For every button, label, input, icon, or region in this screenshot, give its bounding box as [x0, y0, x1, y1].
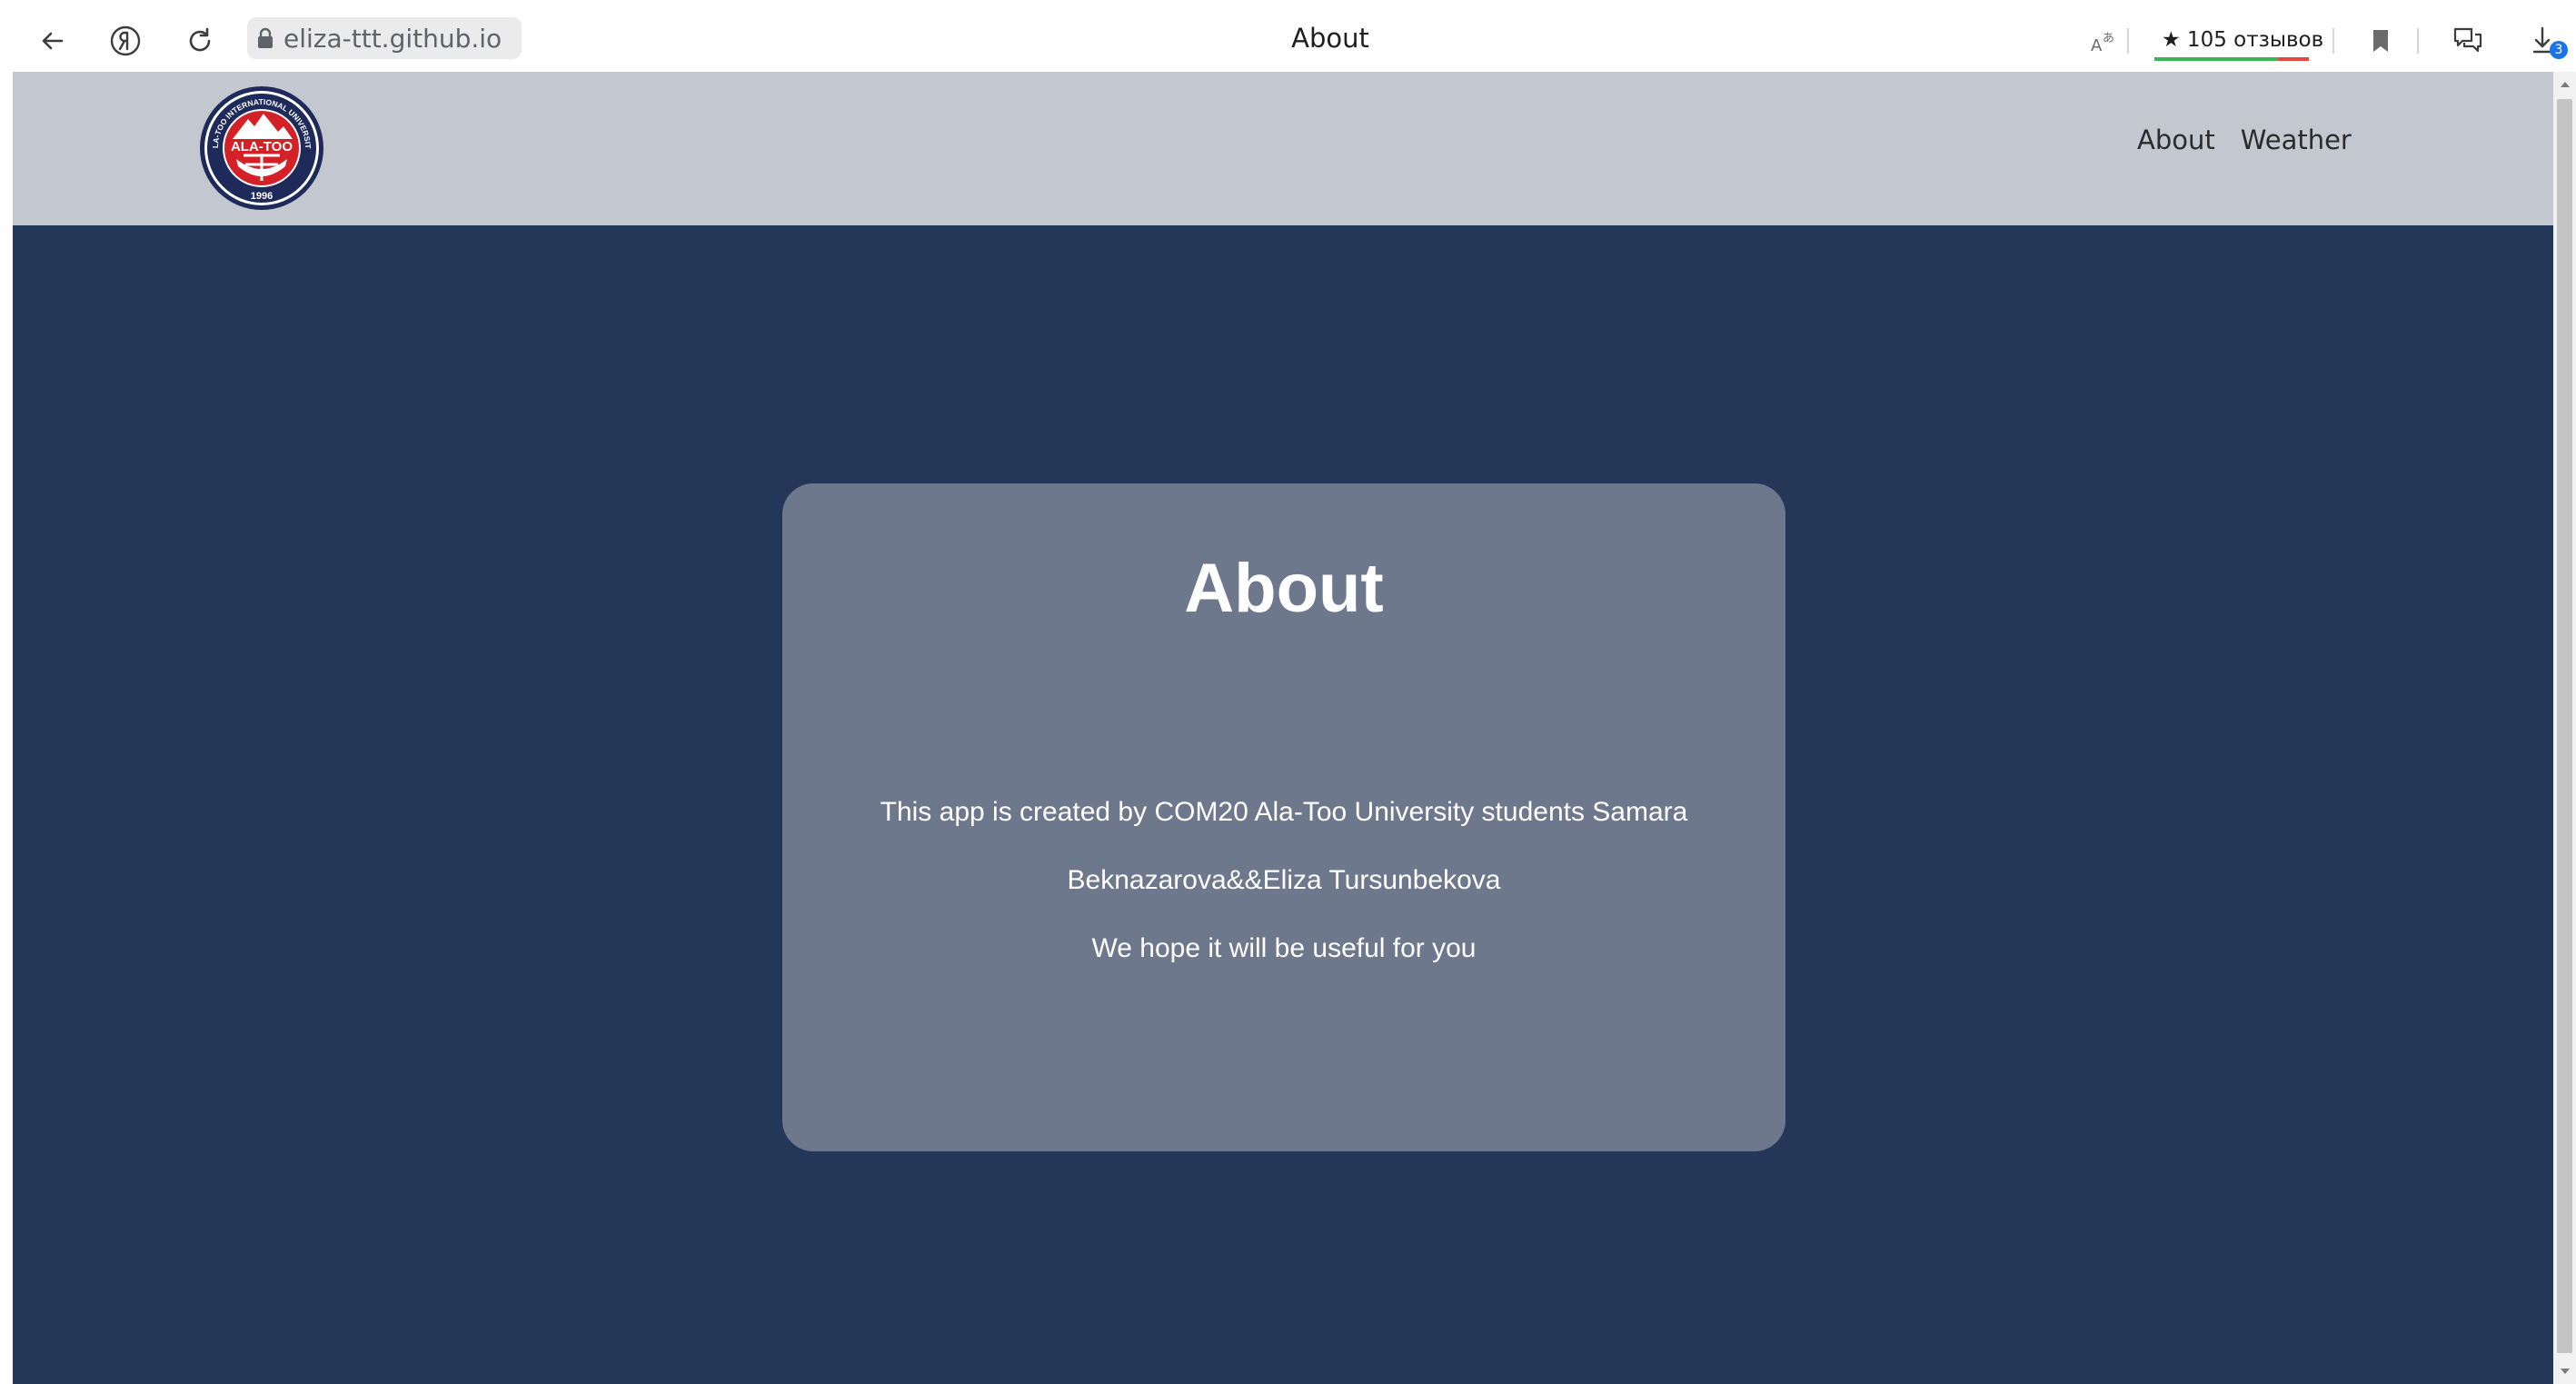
logo-center-text: ALA-TOO [231, 139, 293, 154]
translate-icon[interactable]: Aあ [2084, 21, 2124, 61]
about-card: About This app is created by COM20 Ala-T… [782, 483, 1785, 1151]
toolbar-divider [2417, 28, 2419, 54]
yandex-logo-icon[interactable] [105, 21, 145, 61]
toolbar-divider [2332, 28, 2334, 54]
about-text-line-2: Beknazarova&&Eliza Tursunbekova [1067, 865, 1501, 895]
about-title: About [1184, 550, 1384, 627]
downloads-count-badge: 3 [2550, 41, 2568, 59]
bookmark-icon[interactable] [2361, 21, 2401, 61]
url-text: eliza-ttt.github.io [283, 23, 502, 54]
download-icon[interactable]: 3 [2524, 21, 2568, 61]
university-logo-icon[interactable]: ALA-TOO 1996 ALA-TOO INTERNATIONAL UNIVE… [195, 77, 325, 212]
scroll-down-arrow-icon[interactable] [2553, 1362, 2576, 1380]
logo-year-text: 1996 [251, 191, 273, 202]
svg-text:A: A [2091, 36, 2103, 55]
reload-icon[interactable] [180, 21, 220, 61]
reviews-badge[interactable]: ★ 105 отзывов [2154, 19, 2323, 61]
site-header: ALA-TOO 1996 ALA-TOO INTERNATIONAL UNIVE… [13, 72, 2553, 225]
scrollbar-thumb[interactable] [2557, 99, 2572, 1353]
lock-icon [247, 27, 283, 49]
vertical-scrollbar[interactable] [2553, 72, 2576, 1384]
svg-text:あ: あ [2103, 32, 2114, 45]
browser-window: eliza-ttt.github.io About Aあ ★ 105 отзыв… [13, 8, 2576, 1384]
reviews-rating-bar [2154, 57, 2309, 61]
nav-link-about[interactable]: About [2137, 124, 2215, 155]
page-viewport: ALA-TOO 1996 ALA-TOO INTERNATIONAL UNIVE… [13, 72, 2553, 1384]
nav-link-weather[interactable]: Weather [2241, 124, 2352, 155]
about-text-line-1: This app is created by COM20 Ala-Too Uni… [880, 797, 1688, 827]
scroll-up-arrow-icon[interactable] [2553, 75, 2576, 94]
main-nav: About Weather [2137, 124, 2352, 155]
chat-bubbles-icon[interactable] [2448, 21, 2488, 61]
browser-toolbar: eliza-ttt.github.io About Aあ ★ 105 отзыв… [13, 8, 2576, 72]
about-text-line-3: We hope it will be useful for you [1091, 933, 1477, 963]
tab-title: About [1291, 23, 1369, 54]
address-bar[interactable]: eliza-ttt.github.io [247, 17, 522, 59]
back-arrow-icon[interactable] [33, 21, 73, 61]
toolbar-divider [2127, 28, 2129, 54]
reviews-label: ★ 105 отзывов [2162, 28, 2324, 52]
